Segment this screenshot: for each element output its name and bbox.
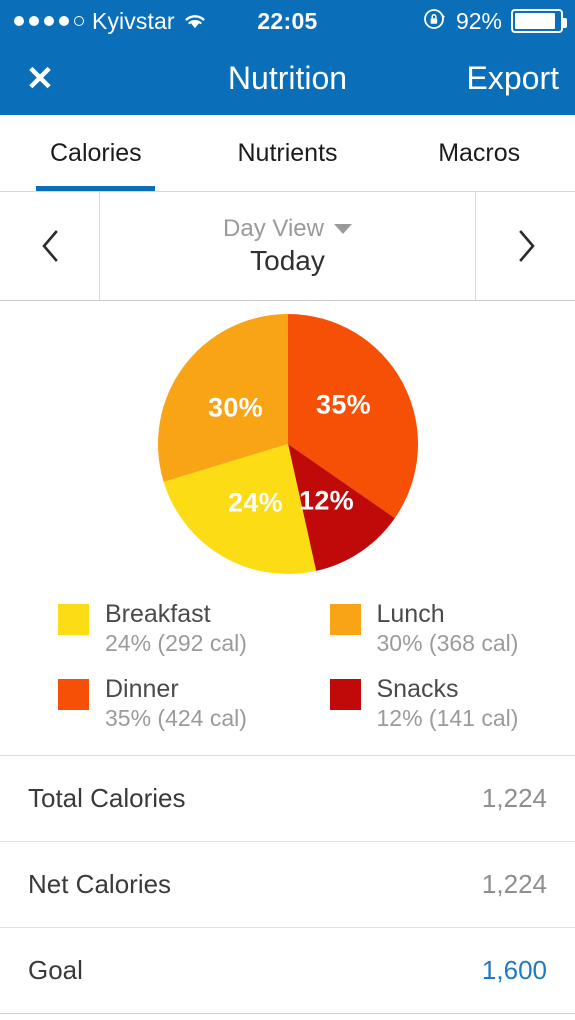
label-goal: Goal (28, 954, 83, 985)
app-screen: Kyivstar 22:05 92% ✕ Nutrition Export Ca… (0, 0, 575, 1020)
legend-swatch-breakfast (58, 604, 89, 635)
row-total-calories[interactable]: Total Calories 1,224 (0, 756, 575, 842)
legend-detail-snacks: 12% (141 cal) (376, 705, 519, 732)
battery-icon (511, 9, 567, 33)
previous-day-button[interactable] (0, 192, 99, 300)
row-goal[interactable]: Goal 1,600 (0, 928, 575, 1014)
tab-macros[interactable]: Macros (383, 115, 575, 191)
tab-calories[interactable]: Calories (0, 115, 192, 191)
legend-swatch-lunch (329, 604, 361, 635)
next-day-button[interactable] (476, 192, 575, 300)
legend-detail-dinner: 35% (424 cal) (105, 705, 247, 732)
calorie-summary-list: Total Calories 1,224 Net Calories 1,224 … (0, 754, 575, 1014)
tab-bar: Calories Nutrients Macros (0, 115, 575, 191)
navigation-bar: ✕ Nutrition Export (0, 42, 575, 115)
legend-swatch-dinner (58, 679, 89, 711)
legend-label-dinner: Dinner (105, 675, 179, 704)
tab-macros-label: Macros (438, 138, 521, 167)
legend-item-snacks: Snacks 12% (141 cal) (288, 675, 575, 732)
day-view-dropdown[interactable]: Day View (223, 215, 352, 243)
value-net-calories: 1,224 (481, 868, 547, 899)
date-view-selector[interactable]: Day View Today (99, 192, 476, 300)
caret-down-icon (333, 224, 352, 234)
pie-chart: 35% 12% 24% 30% (157, 313, 419, 575)
status-bar: Kyivstar 22:05 92% (0, 0, 575, 42)
status-bar-time: 22:05 (257, 7, 318, 34)
legend-detail-breakfast: 24% (292 cal) (105, 629, 247, 656)
legend-swatch-snacks (329, 679, 361, 711)
legend-item-dinner: Dinner 35% (424 cal) (0, 675, 288, 732)
tab-nutrients[interactable]: Nutrients (192, 115, 384, 191)
pie-chart-svg (157, 313, 418, 574)
legend-label-breakfast: Breakfast (105, 600, 211, 628)
row-net-calories[interactable]: Net Calories 1,224 (0, 842, 575, 928)
value-total-calories: 1,224 (481, 782, 547, 813)
legend-item-breakfast: Breakfast 24% (292 cal) (0, 600, 288, 657)
legend-item-lunch: Lunch 30% (368 cal) (288, 600, 575, 657)
legend-label-lunch: Lunch (376, 600, 445, 628)
legend-label-snacks: Snacks (376, 675, 459, 704)
tab-nutrients-label: Nutrients (237, 138, 338, 167)
close-icon[interactable]: ✕ (0, 62, 80, 96)
export-button[interactable]: Export (467, 60, 575, 97)
tab-calories-label: Calories (49, 138, 142, 167)
value-goal[interactable]: 1,600 (482, 955, 547, 986)
label-total-calories: Total Calories (28, 782, 186, 813)
legend-detail-lunch: 30% (368 cal) (376, 629, 519, 656)
chart-legend: Breakfast 24% (292 cal) Lunch 30% (368 c… (0, 586, 575, 755)
label-net-calories: Net Calories (28, 868, 172, 899)
chevron-right-icon (513, 226, 539, 266)
tab-active-indicator (36, 186, 156, 191)
current-date-label: Today (250, 245, 325, 276)
calorie-breakdown-chart: 35% 12% 24% 30% (0, 301, 575, 586)
day-view-label: Day View (223, 215, 324, 242)
chevron-left-icon (37, 226, 63, 266)
date-navigation-bar: Day View Today (0, 191, 575, 301)
